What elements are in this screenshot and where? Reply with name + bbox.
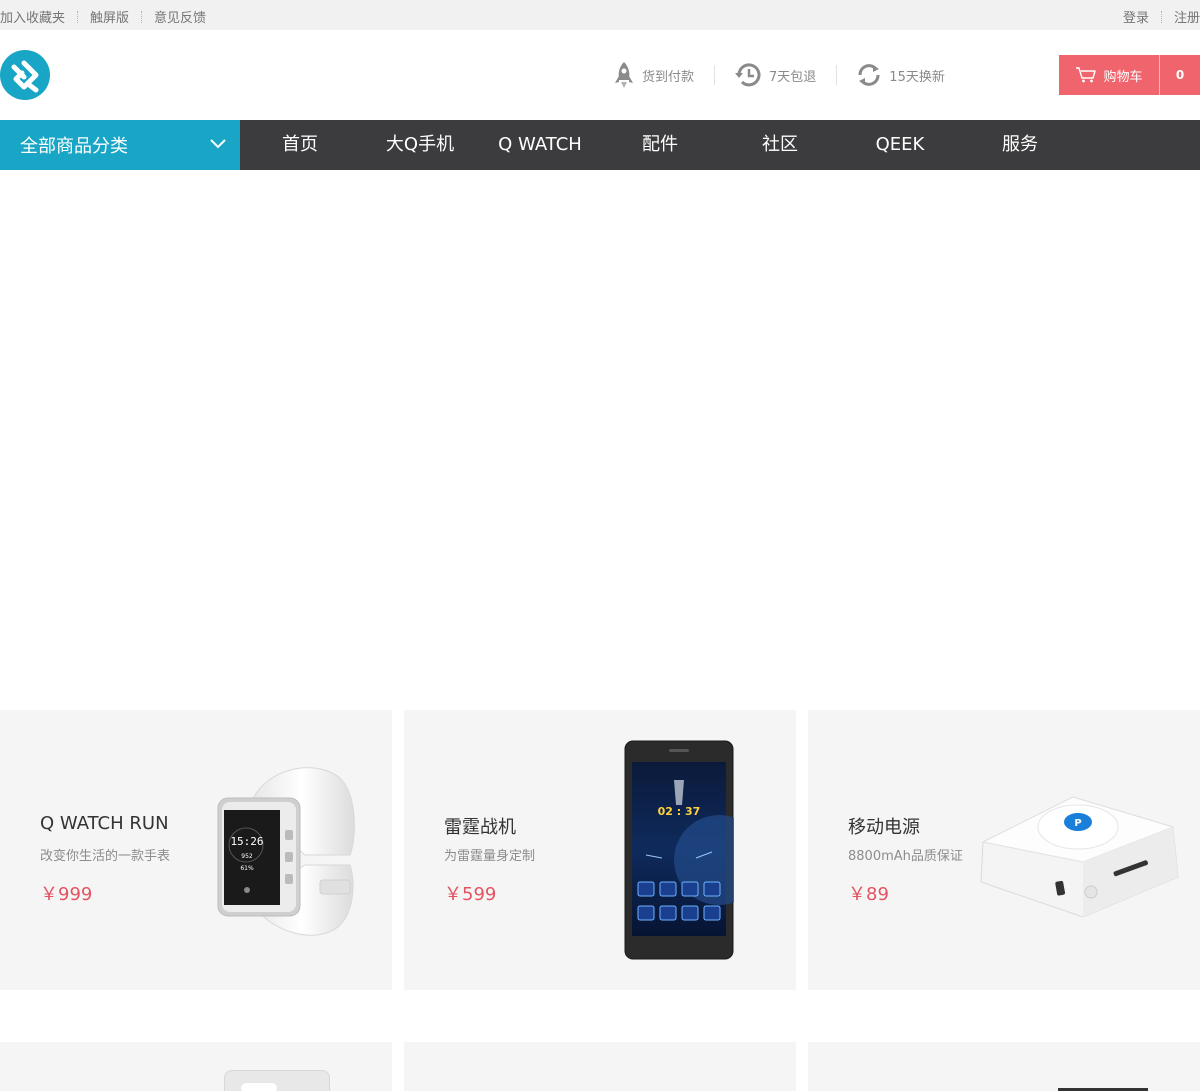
product-price: ￥999	[40, 884, 93, 905]
phone-time: 02 : 37	[658, 805, 701, 818]
brand-logo-icon[interactable]	[0, 50, 50, 100]
divider	[141, 10, 143, 23]
nav-item-service[interactable]: 服务	[960, 120, 1080, 170]
refresh-icon	[858, 64, 880, 86]
nav-item-community[interactable]: 社区	[720, 120, 840, 170]
add-favorite-link[interactable]: 加入收藏夹	[0, 7, 65, 26]
product-image	[224, 1070, 330, 1091]
service-cod: 货到付款	[612, 60, 694, 90]
product-name: 移动电源	[848, 817, 920, 838]
service-label: 货到付款	[642, 69, 695, 85]
nav-item-qwatch[interactable]: Q WATCH	[480, 120, 600, 170]
product-card[interactable]: Q WATCH RUN 改变你生活的一款手表 ￥999 15:26 952 61…	[0, 710, 392, 990]
nav-item-accessories[interactable]: 配件	[600, 120, 720, 170]
nav-item-phone[interactable]: 大Q手机	[360, 120, 480, 170]
product-price: ￥89	[848, 884, 889, 905]
watch-time: 15:26	[230, 835, 263, 848]
product-name: 雷霆战机	[444, 817, 516, 838]
divider	[836, 65, 838, 85]
product-card[interactable]: 移动电源 8800mAh品质保证 ￥89 P	[808, 710, 1200, 990]
divider	[77, 10, 79, 23]
divider	[1160, 10, 1162, 23]
product-desc: 8800mAh品质保证	[848, 849, 963, 864]
service-exchange: 15天换新	[855, 61, 945, 89]
product-card[interactable]	[0, 1042, 392, 1091]
chevron-down-icon	[210, 139, 226, 149]
cart-count-badge: 0	[1175, 68, 1185, 82]
svg-text:P: P	[1074, 818, 1081, 829]
all-categories-label: 全部商品分类	[20, 136, 128, 157]
product-name: Q WATCH RUN	[40, 813, 169, 834]
top-bar: 加入收藏夹 触屏版 意见反馈 登录 注册	[0, 0, 1200, 30]
login-link[interactable]: 登录	[1123, 7, 1149, 26]
product-card[interactable]: 雷霆战机 为雷霆量身定制 ￥599 02 : 37	[404, 710, 796, 990]
all-categories-dropdown[interactable]: 全部商品分类	[0, 120, 240, 170]
service-label: 15天换新	[889, 69, 945, 85]
top-bar-left-links: 加入收藏夹 触屏版 意见反馈	[0, 7, 206, 26]
service-return: 7天包退	[733, 60, 816, 90]
nav-item-qeek[interactable]: QEEK	[840, 120, 960, 170]
product-card[interactable]	[404, 1042, 796, 1091]
main-nav: 全部商品分类 首页 大Q手机 Q WATCH 配件 社区 QEEK 服务	[0, 120, 1200, 170]
product-price: ￥599	[444, 884, 497, 905]
header: 货到付款 7天包退 15天换新 购物车 0	[0, 30, 1200, 120]
clock-return-icon	[735, 63, 761, 87]
product-card[interactable]	[808, 1042, 1200, 1091]
divider	[714, 65, 716, 85]
cart-label: 购物车	[1103, 69, 1143, 85]
cart-main[interactable]: 购物车	[1059, 55, 1159, 95]
cart-icon	[1076, 67, 1097, 83]
service-label: 7天包退	[769, 69, 817, 85]
smartwatch-image: 15:26 952 61%	[217, 767, 355, 936]
service-promises: 货到付款 7天包退 15天换新	[612, 60, 945, 90]
rocket-icon	[615, 62, 633, 88]
top-bar-right-links: 登录 注册	[1123, 7, 1200, 26]
nav-item-home[interactable]: 首页	[240, 120, 360, 170]
feedback-link[interactable]: 意见反馈	[154, 7, 206, 26]
product-desc: 改变你生活的一款手表	[40, 849, 171, 864]
cart-button[interactable]: 购物车 0	[1059, 55, 1200, 95]
product-desc: 为雷霆量身定制	[444, 849, 536, 864]
banner-area	[0, 170, 1200, 710]
touch-version-link[interactable]: 触屏版	[90, 7, 129, 26]
power-bank-image: P	[980, 796, 1179, 918]
phone-image: 02 : 37	[624, 740, 734, 960]
watch-steps: 952	[241, 853, 253, 860]
register-link[interactable]: 注册	[1174, 7, 1200, 26]
watch-percent: 61%	[240, 865, 254, 872]
